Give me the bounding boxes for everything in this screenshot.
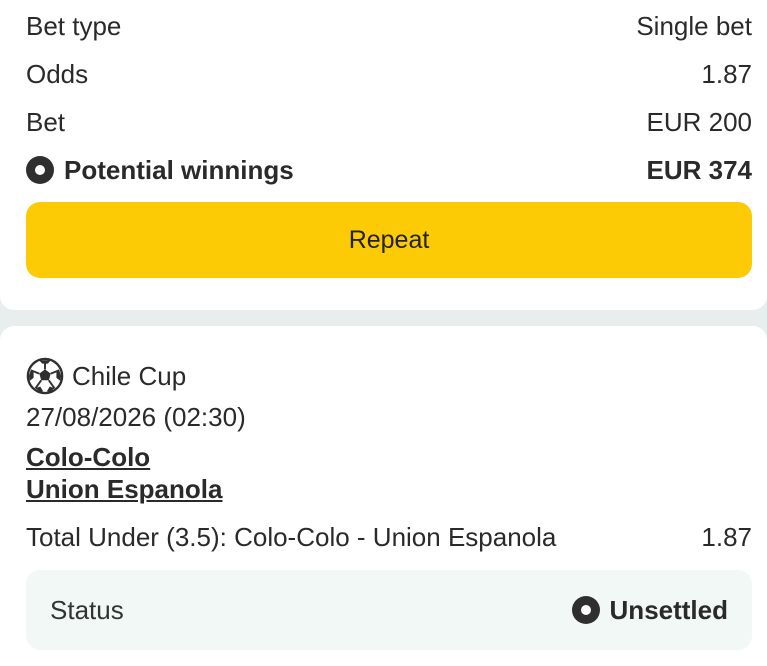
soccer-ball-icon <box>26 357 64 395</box>
league-header: Chile Cup <box>26 356 186 396</box>
potential-winnings-label-wrap: Potential winnings <box>26 155 294 186</box>
status-box: Status Unsettled <box>26 570 752 650</box>
odds-value: 1.87 <box>701 58 752 89</box>
status-value: Unsettled <box>609 594 728 625</box>
bet-row: Bet EUR 200 <box>26 105 752 139</box>
potential-winnings-label: Potential winnings <box>64 154 294 185</box>
repeat-button[interactable]: Repeat <box>26 202 752 278</box>
event-datetime: 27/08/2026 (02:30) <box>26 402 246 432</box>
market-row: Total Under (3.5): Colo-Colo - Union Esp… <box>26 522 752 553</box>
radio-dot-icon <box>571 596 600 624</box>
market-name: Total Under (3.5): Colo-Colo - Union Esp… <box>26 522 557 552</box>
event-card: Chile Cup 27/08/2026 (02:30) Colo-Colo U… <box>0 326 767 666</box>
bet-type-value: Single bet <box>636 10 752 41</box>
radio-dot-icon <box>26 156 54 184</box>
bet-summary-card: Bet type Single bet Odds 1.87 Bet EUR 20… <box>0 0 767 310</box>
potential-winnings-value: EUR 374 <box>646 154 753 185</box>
bet-label: Bet <box>26 106 66 137</box>
away-team-link[interactable]: Union Espanola <box>26 474 222 505</box>
bet-type-row: Bet type Single bet <box>26 9 752 43</box>
status-label: Status <box>50 594 124 625</box>
potential-winnings-row: Potential winnings EUR 374 <box>26 153 752 187</box>
league-name: Chile Cup <box>72 360 187 391</box>
status-value-wrap: Unsettled <box>571 594 728 626</box>
bet-value: EUR 200 <box>646 106 753 137</box>
home-team-link[interactable]: Colo-Colo <box>26 442 150 473</box>
odds-row: Odds 1.87 <box>26 57 752 91</box>
odds-label: Odds <box>26 58 89 89</box>
market-odds: 1.87 <box>701 522 752 552</box>
bet-type-label: Bet type <box>26 10 122 41</box>
